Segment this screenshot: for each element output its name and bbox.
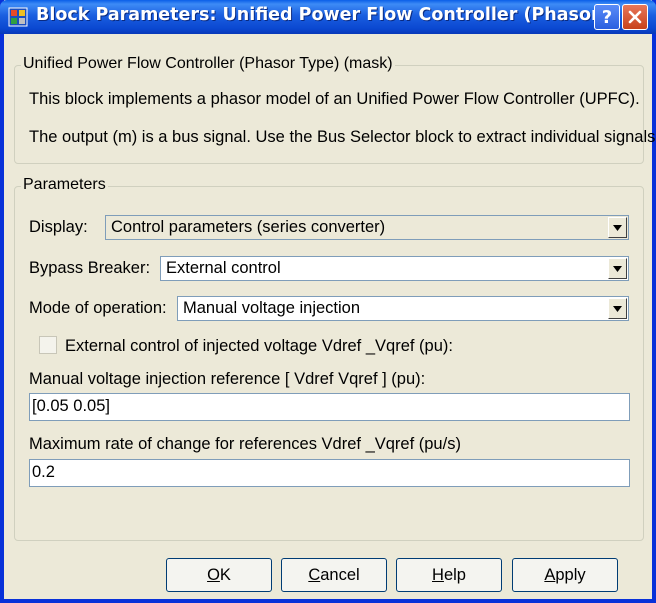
close-icon[interactable] bbox=[622, 4, 648, 30]
description-group: Unified Power Flow Controller (Phasor Ty… bbox=[14, 55, 656, 164]
apply-button-mnemonic: A bbox=[544, 565, 556, 584]
external-control-checkbox[interactable] bbox=[39, 336, 57, 354]
vref-input[interactable] bbox=[29, 393, 630, 421]
help-button-mnemonic: H bbox=[432, 565, 444, 584]
help-icon[interactable]: ? bbox=[594, 4, 620, 30]
mode-of-operation-select-value: Manual voltage injection bbox=[183, 299, 361, 317]
chevron-down-icon[interactable] bbox=[608, 217, 627, 238]
parameters-group-legend: Parameters bbox=[21, 176, 108, 194]
cancel-button-label: ancel bbox=[320, 565, 360, 584]
rate-input-field[interactable] bbox=[32, 463, 592, 482]
rate-label: Maximum rate of change for references Vd… bbox=[29, 435, 461, 453]
cancel-button-mnemonic: C bbox=[308, 565, 321, 584]
block-parameters-dialog: Block Parameters: Unified Power Flow Con… bbox=[0, 0, 656, 603]
chevron-down-icon[interactable] bbox=[608, 258, 627, 279]
description-line-1: This block implements a phasor model of … bbox=[29, 90, 640, 108]
mode-of-operation-label: Mode of operation: bbox=[29, 299, 167, 317]
cancel-button[interactable]: Cancel bbox=[281, 558, 387, 592]
bypass-breaker-select-value: External control bbox=[166, 259, 281, 277]
simulink-block-icon bbox=[8, 7, 28, 27]
apply-button[interactable]: Apply bbox=[512, 558, 618, 592]
rate-input[interactable] bbox=[29, 459, 630, 487]
window-title: Block Parameters: Unified Power Flow Con… bbox=[36, 5, 618, 25]
ok-button[interactable]: OK bbox=[166, 558, 272, 592]
vref-input-field[interactable] bbox=[32, 397, 592, 416]
mode-of-operation-select[interactable]: Manual voltage injection bbox=[177, 296, 629, 321]
parameters-group: Parameters Display: Control parameters (… bbox=[14, 176, 644, 541]
display-label: Display: bbox=[29, 218, 88, 236]
help-button[interactable]: Help bbox=[396, 558, 502, 592]
bypass-breaker-label: Bypass Breaker: bbox=[29, 259, 151, 277]
bypass-breaker-select[interactable]: External control bbox=[160, 256, 629, 281]
apply-button-label: pply bbox=[555, 565, 586, 584]
description-line-2: The output (m) is a bus signal. Use the … bbox=[29, 128, 656, 146]
vref-label: Manual voltage injection reference [ Vdr… bbox=[29, 370, 426, 388]
help-button-label: elp bbox=[443, 565, 466, 584]
external-control-label: External control of injected voltage Vdr… bbox=[65, 337, 453, 355]
display-select[interactable]: Control parameters (series converter) bbox=[105, 215, 629, 240]
chevron-down-icon[interactable] bbox=[608, 298, 627, 319]
title-bar[interactable]: Block Parameters: Unified Power Flow Con… bbox=[0, 0, 656, 34]
ok-button-label: K bbox=[219, 565, 231, 584]
ok-button-mnemonic: O bbox=[207, 565, 220, 584]
display-select-value: Control parameters (series converter) bbox=[111, 218, 386, 236]
description-group-legend: Unified Power Flow Controller (Phasor Ty… bbox=[21, 55, 395, 73]
